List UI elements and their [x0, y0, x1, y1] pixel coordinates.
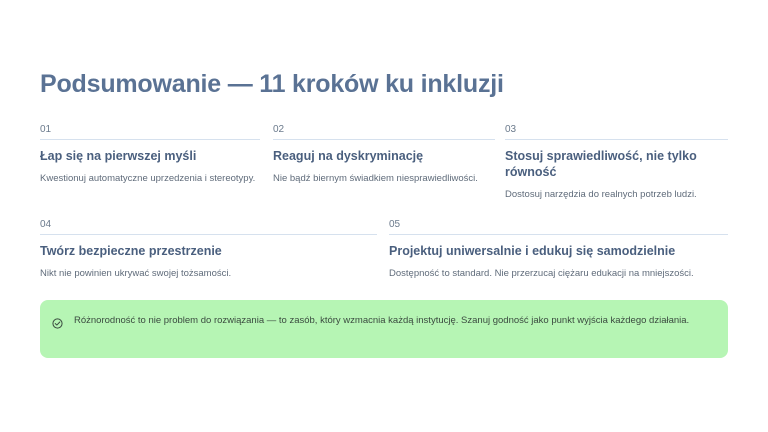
step-number: 02	[273, 124, 495, 140]
step-description: Kwestionuj automatyczne uprzedzenia i st…	[40, 173, 256, 184]
step-description: Nikt nie powinien ukrywać swojej tożsamo…	[40, 268, 232, 279]
step-card-03: 03 Stosuj sprawiedliwość, nie tylko równ…	[505, 124, 728, 203]
page-title: Podsumowanie — 11 kroków ku inkluzji	[40, 70, 504, 98]
step-number: 03	[505, 124, 728, 140]
step-heading: Reaguj na dyskryminację	[273, 149, 424, 163]
step-card-04: 04 Twórz bezpieczne przestrzenie Nikt ni…	[40, 219, 377, 282]
summary-banner: Różnorodność to nie problem do rozwiązan…	[40, 300, 728, 358]
step-description: Dostępność to standard. Nie przerzucaj c…	[389, 268, 694, 279]
step-number: 04	[40, 219, 377, 235]
step-card-01: 01 Łap się na pierwszej myśli Kwestionuj…	[40, 124, 260, 187]
step-heading: Projektuj uniwersalnie i edukuj się samo…	[389, 244, 676, 258]
check-circle-icon	[52, 316, 63, 329]
step-number: 05	[389, 219, 728, 235]
summary-text: Różnorodność to nie problem do rozwiązan…	[74, 315, 690, 326]
step-card-02: 02 Reaguj na dyskryminację Nie bądź bier…	[273, 124, 495, 187]
step-card-05: 05 Projektuj uniwersalnie i edukuj się s…	[389, 219, 728, 282]
step-number: 01	[40, 124, 260, 140]
step-heading: Stosuj sprawiedliwość, nie tylko równość	[505, 149, 697, 179]
step-heading: Łap się na pierwszej myśli	[40, 149, 197, 163]
step-description: Dostosuj narzędzia do realnych potrzeb l…	[505, 189, 697, 200]
step-heading: Twórz bezpieczne przestrzenie	[40, 244, 222, 258]
step-description: Nie bądź biernym świadkiem niesprawiedli…	[273, 173, 478, 184]
